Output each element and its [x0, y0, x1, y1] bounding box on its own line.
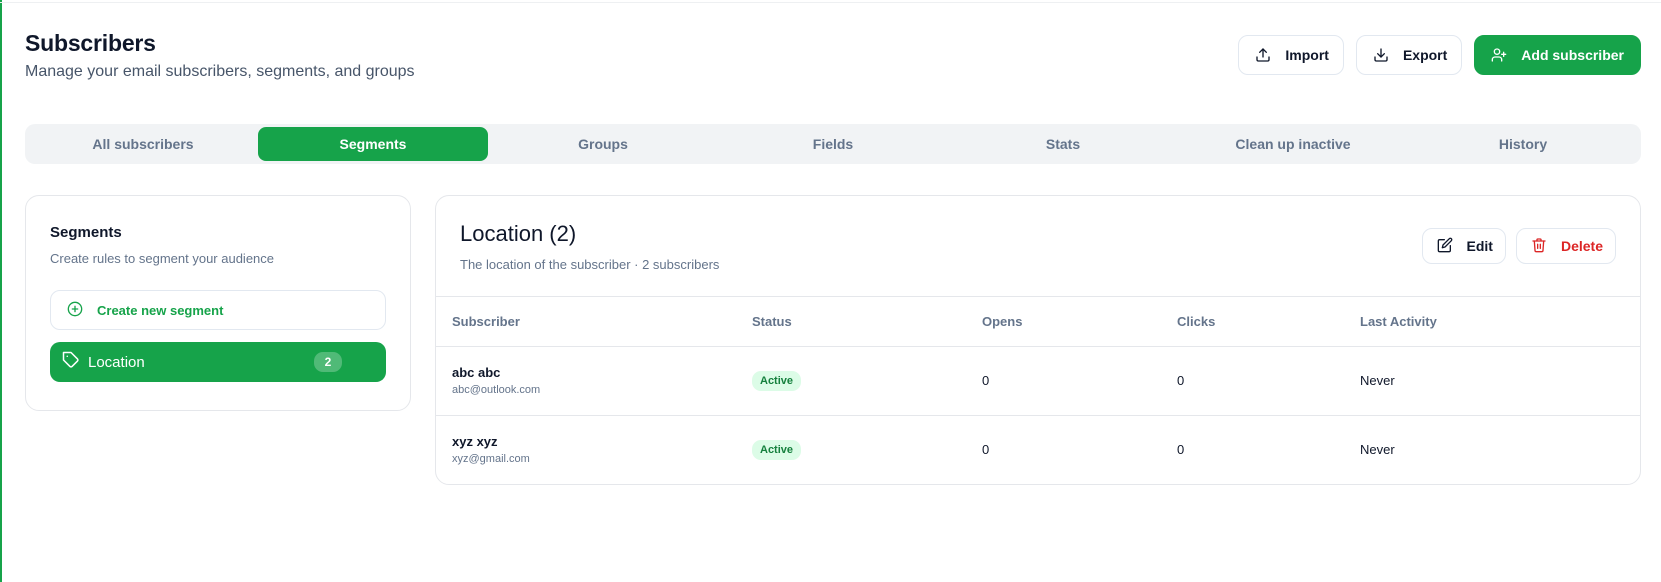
- table-row[interactable]: xyz xyz xyz@gmail.com Active 0 0 Never: [436, 415, 1640, 484]
- column-header-subscriber: Subscriber: [436, 297, 736, 347]
- column-header-opens: Opens: [966, 297, 1161, 347]
- header-actions: Import Export Add subscriber: [1238, 35, 1641, 75]
- left-accent-bar: [0, 0, 2, 582]
- segments-panel-subtitle: Create rules to segment your audience: [50, 251, 275, 266]
- edit-icon: [1437, 237, 1453, 256]
- clicks-cell: 0: [1161, 346, 1344, 416]
- status-cell: Active: [736, 415, 966, 484]
- delete-segment-button[interactable]: Delete: [1515, 228, 1616, 264]
- import-button[interactable]: Import: [1238, 35, 1344, 75]
- subscriber-cell: abc abc abc@outlook.com: [436, 346, 736, 416]
- segments-panel: Segments Create rules to segment your au…: [25, 195, 411, 411]
- column-header-status: Status: [736, 297, 966, 347]
- column-header-clicks: Clicks: [1161, 297, 1344, 347]
- status-badge: Active: [752, 439, 802, 460]
- download-icon: [1373, 47, 1389, 63]
- tab-segments[interactable]: Segments: [258, 127, 488, 161]
- create-segment-button[interactable]: Create new segment: [50, 290, 386, 330]
- subscriber-name: xyz xyz: [452, 434, 498, 450]
- export-label: Export: [1402, 47, 1448, 63]
- opens-cell: 0: [966, 346, 1161, 416]
- opens-cell: 0: [982, 442, 990, 458]
- subscribers-table: Subscriber Status Opens Clicks Last Acti…: [436, 297, 1640, 484]
- subscriber-cell: xyz xyz xyz@gmail.com: [436, 415, 736, 484]
- last-activity-cell: Never: [1344, 346, 1640, 416]
- status-cell: Active: [736, 346, 966, 416]
- last-activity-cell: Never: [1360, 442, 1395, 458]
- column-header-last-activity: Last Activity: [1344, 297, 1640, 347]
- segment-item-label: Location: [88, 353, 145, 371]
- user-plus-icon: [1491, 47, 1507, 63]
- export-button[interactable]: Export: [1355, 35, 1463, 75]
- segment-item-location[interactable]: Location 2: [50, 342, 386, 382]
- table-row[interactable]: abc abc abc@outlook.com Active 0 0 Never: [436, 346, 1640, 416]
- segment-detail-actions: Edit Delete: [1421, 228, 1616, 264]
- segment-detail-panel: Location (2) The location of the subscri…: [435, 195, 1641, 485]
- tab-groups[interactable]: Groups: [488, 127, 718, 161]
- segment-count-badge: 2: [314, 352, 342, 372]
- import-label: Import: [1285, 47, 1329, 63]
- subscriber-email: abc@outlook.com: [452, 384, 541, 396]
- tab-history[interactable]: History: [1408, 127, 1638, 161]
- subscriber-name: abc abc: [452, 365, 501, 380]
- add-subscriber-label: Add subscriber: [1521, 47, 1624, 63]
- clicks-cell: 0: [1177, 442, 1185, 458]
- page-header: Subscribers Manage your email subscriber…: [25, 30, 1641, 86]
- top-divider: [0, 2, 1661, 3]
- tab-stats[interactable]: Stats: [948, 127, 1178, 161]
- tab-bar: All subscribers Segments Groups Fields S…: [25, 124, 1641, 164]
- tab-all-subscribers[interactable]: All subscribers: [28, 127, 258, 161]
- edit-label: Edit: [1466, 238, 1493, 254]
- status-badge: Active: [752, 370, 802, 391]
- tag-icon: [62, 351, 80, 373]
- create-segment-label: Create new segment: [97, 302, 224, 318]
- add-subscriber-button[interactable]: Add subscriber: [1474, 35, 1641, 75]
- table-header-row: Subscriber Status Opens Clicks Last Acti…: [436, 297, 1640, 347]
- segments-panel-title: Segments: [50, 224, 122, 241]
- segment-detail-header: Location (2) The location of the subscri…: [436, 196, 1640, 297]
- delete-label: Delete: [1560, 238, 1603, 254]
- tab-fields[interactable]: Fields: [718, 127, 948, 161]
- upload-icon: [1255, 47, 1271, 63]
- plus-circle-icon: [67, 301, 83, 320]
- tab-clean-up-inactive[interactable]: Clean up inactive: [1178, 127, 1408, 161]
- subscriber-email: xyz@gmail.com: [452, 453, 530, 466]
- trash-icon: [1531, 237, 1547, 256]
- edit-segment-button[interactable]: Edit: [1421, 228, 1506, 264]
